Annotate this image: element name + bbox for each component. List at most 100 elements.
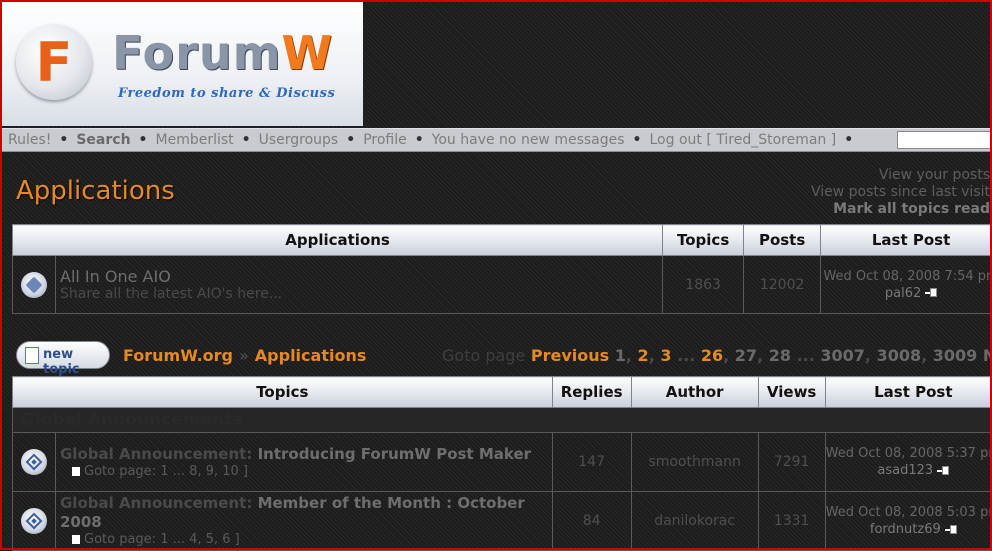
topic-last-post-date: Wed Oct 08, 2008 5:03 pm xyxy=(826,504,992,521)
nav-sep: • xyxy=(139,132,148,148)
topic-replies: 84 xyxy=(552,492,631,551)
breadcrumb-sep: » xyxy=(239,346,249,365)
main-nav: Rules! • Search • Memberlist • Usergroups • Prof… xyxy=(2,128,992,152)
forum-last-post-date: Wed Oct 08, 2008 7:54 pm xyxy=(821,268,992,285)
topic-row: Global Announcement: Member of the Month… xyxy=(13,492,992,551)
logo-name-main: Forum xyxy=(112,26,282,80)
nav-search[interactable]: Search xyxy=(76,132,130,148)
goto-page-icon xyxy=(72,535,80,544)
forum-title-link[interactable]: All In One AIO xyxy=(60,267,662,286)
topic-author[interactable]: smoothmann xyxy=(631,433,758,492)
nav-sep: • xyxy=(633,132,642,148)
user-links: View your posts View posts since last vi… xyxy=(811,167,990,218)
new-topic-button[interactable]: new topic xyxy=(16,341,110,369)
forum-topics-count: 1863 xyxy=(663,256,744,314)
announcement-icon xyxy=(21,449,47,475)
forum-folder-icon xyxy=(21,272,47,298)
col-header-lastpost: Last Post xyxy=(825,377,992,408)
breadcrumb-applications[interactable]: Applications xyxy=(255,346,367,365)
col-header-lastpost: Last Post xyxy=(821,225,992,256)
topic-prefix: Global Announcement: xyxy=(60,494,252,512)
forum-info-cell: All In One AIO Share all the latest AIO'… xyxy=(56,256,663,314)
new-topic-label: new topic xyxy=(43,347,109,377)
topic-icon-cell xyxy=(13,492,56,551)
page-3007-link[interactable]: 3007 xyxy=(820,346,865,365)
breadcrumb: ForumW.org » Applications xyxy=(123,346,366,365)
page-1-link[interactable]: 1 xyxy=(615,346,626,365)
logo-emblem: F xyxy=(16,24,92,100)
breadcrumb-home[interactable]: ForumW.org xyxy=(123,346,233,365)
forum-last-post-user[interactable]: pal62 xyxy=(885,286,921,301)
nav-logout[interactable]: Log out [ Tired_Storeman ] xyxy=(650,132,837,148)
col-header-author: Author xyxy=(631,377,758,408)
forum-icon-cell xyxy=(13,256,56,314)
topic-last-post: Wed Oct 08, 2008 5:37 pm asad123 xyxy=(825,433,992,492)
forum-last-post: Wed Oct 08, 2008 7:54 pm pal62 xyxy=(821,256,992,314)
page-27-link[interactable]: 27 xyxy=(735,346,757,365)
col-header-views: Views xyxy=(758,377,825,408)
nav-search-box[interactable] xyxy=(897,131,992,149)
announcement-icon xyxy=(21,508,47,534)
logo-name-accent: W xyxy=(282,26,334,80)
topic-prefix: Global Announcement: xyxy=(60,445,252,463)
logo-tagline: Freedom to share & Discuss xyxy=(118,86,335,101)
col-header-topics: Topics xyxy=(663,225,744,256)
nav-messages[interactable]: You have no new messages xyxy=(432,132,625,148)
current-page-26: 26 xyxy=(701,346,723,365)
page-28-link[interactable]: 28 xyxy=(769,346,791,365)
view-your-posts-link[interactable]: View your posts xyxy=(811,167,990,184)
view-new-posts-link[interactable]: View posts since last visit xyxy=(811,184,990,201)
topic-goto-pages[interactable]: Goto page: 1 ... 4, 5, 6 ] xyxy=(84,532,240,547)
forum-table: Applications Topics Posts Last Post All … xyxy=(12,224,992,314)
mark-topics-read-link[interactable]: Mark all topics read xyxy=(811,201,990,218)
section-global-announcements: Global Announcements xyxy=(13,408,992,433)
nav-memberlist[interactable]: Memberlist xyxy=(156,132,234,148)
site-logo[interactable]: F ForumW Freedom to share & Discuss xyxy=(2,2,363,126)
page-2-link[interactable]: 2 xyxy=(638,346,649,365)
new-topic-icon xyxy=(25,347,39,364)
topics-table: Topics Replies Author Views Last Post Gl… xyxy=(12,376,992,551)
topic-last-post-date: Wed Oct 08, 2008 5:37 pm xyxy=(826,445,992,462)
col-header-topics: Topics xyxy=(13,377,553,408)
view-latest-post-icon[interactable] xyxy=(937,466,949,476)
topic-row: Global Announcement: Introducing ForumW … xyxy=(13,433,992,492)
page-3009-link[interactable]: 3009 xyxy=(933,346,978,365)
topic-info-cell: Global Announcement: Introducing ForumW … xyxy=(56,433,553,492)
col-header-replies: Replies xyxy=(552,377,631,408)
topic-info-cell: Global Announcement: Member of the Month… xyxy=(56,492,553,551)
nav-usergroups[interactable]: Usergroups xyxy=(259,132,339,148)
topic-last-post-user[interactable]: fordnutz69 xyxy=(870,522,941,537)
forum-posts-count: 12002 xyxy=(744,256,821,314)
view-latest-post-icon[interactable] xyxy=(945,525,957,535)
previous-page-link[interactable]: Previous xyxy=(531,346,609,365)
nav-sep: • xyxy=(242,132,251,148)
section-row: Global Announcements xyxy=(13,408,992,433)
topic-author[interactable]: danilokorac xyxy=(631,492,758,551)
col-header-forum: Applications xyxy=(13,225,663,256)
nav-sep: • xyxy=(844,132,853,148)
goto-page-label: Goto page xyxy=(442,346,525,365)
pagination-ellipsis: ... xyxy=(677,346,695,365)
next-page-link[interactable]: Next xyxy=(983,346,992,365)
forum-description: Share all the latest AIO's here... xyxy=(60,286,662,302)
nav-rules[interactable]: Rules! xyxy=(8,132,51,148)
topic-goto-pages[interactable]: Goto page: 1 ... 8, 9, 10 ] xyxy=(84,464,248,479)
page-3008-link[interactable]: 3008 xyxy=(877,346,922,365)
topic-views: 7291 xyxy=(758,433,825,492)
nav-profile[interactable]: Profile xyxy=(363,132,407,148)
forum-row: All In One AIO Share all the latest AIO'… xyxy=(13,256,992,314)
topic-last-post-user[interactable]: asad123 xyxy=(877,463,933,478)
nav-sep: • xyxy=(59,132,68,148)
logo-name: ForumW xyxy=(112,26,333,80)
nav-sep: • xyxy=(415,132,424,148)
goto-page-icon xyxy=(72,467,80,476)
topic-views: 1331 xyxy=(758,492,825,551)
pagination: Goto page Previous 1, 2, 3 ... 26, 27, 2… xyxy=(442,346,992,365)
topic-title-link[interactable]: Introducing ForumW Post Maker xyxy=(258,445,531,463)
page-3-link[interactable]: 3 xyxy=(660,346,671,365)
col-header-posts: Posts xyxy=(744,225,821,256)
topic-replies: 147 xyxy=(552,433,631,492)
view-latest-post-icon[interactable] xyxy=(925,288,937,298)
pagination-ellipsis: ... xyxy=(797,346,815,365)
nav-sep: • xyxy=(346,132,355,148)
